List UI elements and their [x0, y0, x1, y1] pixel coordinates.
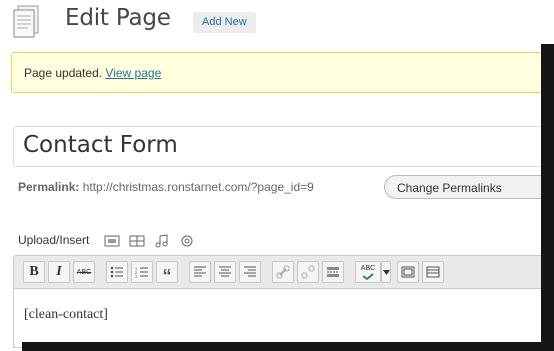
fullscreen-icon: [401, 266, 415, 278]
check-icon: [362, 272, 374, 280]
page-icon: [12, 4, 42, 38]
content-editor[interactable]: [clean-contact]: [13, 288, 554, 348]
permalink-url[interactable]: http://christmas.ronstarnet.com/?page_id…: [83, 180, 314, 194]
audio-icon[interactable]: [154, 234, 170, 248]
video-icon[interactable]: [129, 234, 145, 248]
more-tag-icon: [327, 267, 339, 277]
editor-toolbar: B I ABC 123 “ ABC: [13, 255, 554, 288]
change-permalinks-button[interactable]: Change Permalinks: [384, 175, 554, 199]
svg-text:3: 3: [135, 274, 138, 278]
align-left-button[interactable]: [189, 261, 211, 283]
align-center-button[interactable]: [214, 261, 236, 283]
chevron-down-icon: [382, 269, 390, 275]
unlink-icon: [301, 265, 315, 279]
media-buttons: [104, 232, 195, 250]
spellcheck-button[interactable]: ABC: [355, 261, 381, 283]
link-button[interactable]: [272, 261, 294, 283]
align-right-icon: [244, 266, 256, 277]
spellcheck-label: ABC: [360, 264, 376, 272]
numbered-list-button[interactable]: 123: [131, 261, 153, 283]
image-icon[interactable]: [104, 234, 120, 248]
permalink-row: Permalink: http://christmas.ronstarnet.c…: [18, 180, 314, 194]
bold-button[interactable]: B: [23, 261, 45, 283]
media-icon[interactable]: [179, 234, 195, 248]
kitchen-sink-icon: [426, 266, 440, 278]
bullet-list-icon: [110, 266, 123, 278]
page-title: Edit Page: [65, 5, 171, 31]
link-icon: [276, 265, 290, 279]
update-notice: Page updated. View page: [11, 52, 554, 93]
bullet-list-button[interactable]: [106, 261, 128, 283]
italic-button[interactable]: I: [48, 261, 70, 283]
align-left-icon: [194, 266, 206, 277]
permalink-label: Permalink:: [18, 180, 80, 194]
notice-message: Page updated.: [24, 66, 103, 80]
unlink-button[interactable]: [297, 261, 319, 283]
post-title-input[interactable]: Contact Form: [13, 126, 554, 167]
add-new-button[interactable]: Add New: [193, 12, 256, 33]
more-tag-button[interactable]: [322, 261, 344, 283]
window-shadow-right: [541, 44, 554, 351]
blockquote-button[interactable]: “: [156, 261, 178, 286]
upload-insert-label: Upload/Insert: [18, 233, 90, 247]
notice-message-row: Page updated. View page: [24, 66, 161, 80]
view-page-link[interactable]: View page: [105, 66, 161, 80]
kitchen-sink-button[interactable]: [422, 261, 444, 283]
post-title-value: Contact Form: [23, 132, 178, 158]
window-shadow-bottom: [22, 342, 554, 351]
numbered-list-icon: 123: [135, 266, 148, 278]
strikethrough-button[interactable]: ABC: [73, 261, 95, 283]
editor-content: [clean-contact]: [24, 307, 108, 322]
spellcheck-dropdown[interactable]: [381, 261, 391, 283]
fullscreen-button[interactable]: [397, 261, 419, 283]
align-center-icon: [219, 266, 231, 277]
align-right-button[interactable]: [239, 261, 261, 283]
